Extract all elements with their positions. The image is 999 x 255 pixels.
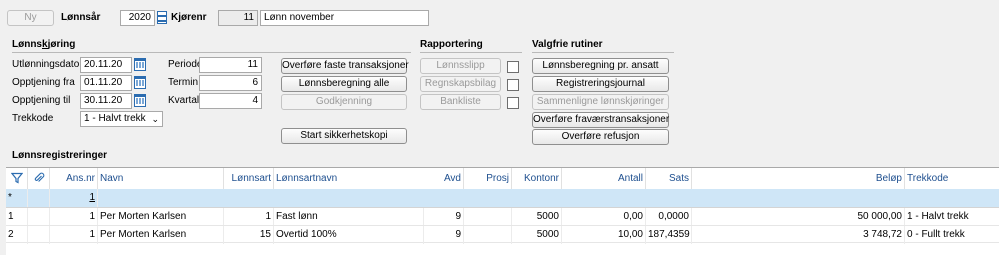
overfore-refusjon-button[interactable]: Overføre refusjon [532, 129, 669, 145]
section-divider [420, 52, 522, 53]
opptjening-fra-label: Opptjening fra [12, 77, 75, 88]
cell-lonnsart[interactable]: 15 [224, 226, 274, 244]
registreringer-table[interactable]: Ans.nr Navn Lønnsart Lønnsartnavn Avd Pr… [6, 167, 999, 255]
row-attachment-cell [28, 208, 50, 226]
column-header-prosj[interactable]: Prosj [464, 168, 512, 189]
cell-prosj[interactable] [464, 208, 512, 226]
cell-antall[interactable]: 10,00 [562, 226, 646, 244]
column-header-kontonr[interactable]: Kontonr [512, 168, 562, 189]
cell-prosj[interactable] [464, 226, 512, 244]
cell-kontonr[interactable]: 5000 [512, 226, 562, 244]
termin-label: Termin [168, 77, 199, 88]
row-attachment-cell [28, 226, 50, 244]
cell-avd[interactable]: 9 [424, 208, 464, 226]
calendar-icon[interactable] [134, 94, 146, 107]
utbetalingsdato-label: Utlønningsdato [12, 59, 80, 70]
cell-ansnr[interactable]: 1 [50, 208, 98, 226]
new-row-ansnr[interactable]: 1 [50, 189, 98, 207]
section-divider [532, 52, 674, 53]
run-number-label: Kjørenr [171, 12, 207, 23]
regnskapsbilag-button[interactable]: Regnskapsbilag [420, 76, 501, 92]
trekkode-value: 1 - Halvt trekk [84, 113, 146, 124]
calendar-icon[interactable] [134, 76, 146, 89]
row-index: 2 [6, 226, 28, 244]
calendar-icon[interactable] [134, 58, 146, 71]
section-title-rapportering: Rapportering [420, 39, 483, 50]
kvartal-label: Kvartal [168, 95, 200, 106]
section-divider [12, 52, 411, 53]
trekkode-select[interactable]: 1 - Halvt trekk ⌄ [80, 111, 163, 127]
new-button[interactable]: Ny [7, 10, 54, 26]
periode-label: Periode [168, 59, 203, 70]
cell-ansnr[interactable]: 1 [50, 226, 98, 244]
table-new-row[interactable]: * 1 [6, 189, 999, 207]
opptjening-fra-field[interactable]: 01.11.20 [80, 75, 132, 91]
run-number-field: 11 [218, 10, 258, 26]
table-row[interactable]: 1 1 Per Morten Karlsen 1 Fast lønn 9 500… [6, 207, 999, 226]
cell-trekkode[interactable]: 1 - Halvt trekk [905, 208, 999, 226]
bankliste-button[interactable]: Bankliste [420, 94, 501, 110]
column-header-ansnr[interactable]: Ans.nr [50, 168, 98, 189]
start-sikkerhetskopi-button[interactable]: Start sikkerhetskopi [281, 128, 407, 144]
opptjening-til-field[interactable]: 30.11.20 [80, 93, 132, 109]
regnskapsbilag-checkbox[interactable] [507, 79, 519, 91]
cell-belop[interactable]: 50 000,00 [692, 208, 905, 226]
row-attachment-cell [28, 189, 50, 207]
cell-navn[interactable]: Per Morten Karlsen [98, 208, 224, 226]
new-row-marker: * [6, 189, 28, 207]
section-title-valgfrie-rutiner: Valgfrie rutiner [532, 39, 603, 50]
year-picker-icon[interactable] [157, 11, 167, 24]
cell-lonnsartnavn[interactable]: Fast lønn [274, 208, 424, 226]
section-title-lonnsregistreringer: Lønnsregistreringer [12, 150, 108, 161]
cell-lonnsart[interactable]: 1 [224, 208, 274, 226]
filter-icon[interactable] [6, 168, 28, 189]
table-row[interactable]: 2 1 Per Morten Karlsen 15 Overtid 100% 9… [6, 225, 999, 244]
section-title-lonnskjoring: Lønnskjøring [12, 39, 76, 50]
kvartal-field[interactable]: 4 [199, 93, 262, 109]
overfore-fravaerstransaksjoner-button[interactable]: Overføre fraværstransaksjoner [532, 112, 669, 128]
opptjening-til-label: Opptjening til [12, 95, 71, 106]
year-label: Lønnsår [61, 12, 101, 23]
termin-field[interactable]: 6 [199, 75, 262, 91]
cell-trekkode[interactable]: 0 - Fullt trekk [905, 226, 999, 244]
attachment-icon[interactable] [28, 168, 50, 189]
utbetalingsdato-field[interactable]: 20.11.20 [80, 57, 132, 73]
overfore-faste-transaksjoner-button[interactable]: Overføre faste transaksjoner [281, 58, 409, 74]
column-header-sats[interactable]: Sats [646, 168, 692, 189]
periode-field[interactable]: 11 [199, 57, 262, 73]
run-name-field[interactable]: Lønn november [260, 10, 429, 26]
table-header: Ans.nr Navn Lønnsart Lønnsartnavn Avd Pr… [6, 168, 999, 189]
godkjenning-button[interactable]: Godkjenning [281, 94, 407, 110]
cell-antall[interactable]: 0,00 [562, 208, 646, 226]
lonnsslipp-button[interactable]: Lønnsslipp [420, 58, 501, 74]
cell-lonnsartnavn[interactable]: Overtid 100% [274, 226, 424, 244]
sammenligne-lonnskjoringer-button[interactable]: Sammenligne lønnskjøringer [532, 94, 669, 110]
column-header-navn[interactable]: Navn [98, 168, 224, 189]
column-header-antall[interactable]: Antall [562, 168, 646, 189]
cell-sats[interactable]: 187,4359 [646, 226, 692, 244]
column-header-belop[interactable]: Beløp [692, 168, 905, 189]
column-header-avd[interactable]: Avd [424, 168, 464, 189]
lonnsberegning-pr-ansatt-button[interactable]: Lønnsberegning pr. ansatt [532, 58, 669, 74]
cell-kontonr[interactable]: 5000 [512, 208, 562, 226]
trekkode-label: Trekkode [12, 113, 54, 124]
cell-belop[interactable]: 3 748,72 [692, 226, 905, 244]
registreringsjournal-button[interactable]: Registreringsjournal [532, 76, 669, 92]
year-field[interactable]: 2020 [120, 10, 155, 26]
column-header-lonnsart[interactable]: Lønnsart [224, 168, 274, 189]
cell-sats[interactable]: 0,0000 [646, 208, 692, 226]
cell-avd[interactable]: 9 [424, 226, 464, 244]
chevron-down-icon: ⌄ [151, 114, 159, 124]
bankliste-checkbox[interactable] [507, 97, 519, 109]
row-index: 1 [6, 208, 28, 226]
cell-navn[interactable]: Per Morten Karlsen [98, 226, 224, 244]
lonnsslipp-checkbox[interactable] [507, 61, 519, 73]
lonnsberegning-alle-button[interactable]: Lønnsberegning alle [281, 76, 407, 92]
column-header-trekkode[interactable]: Trekkode [905, 168, 999, 189]
